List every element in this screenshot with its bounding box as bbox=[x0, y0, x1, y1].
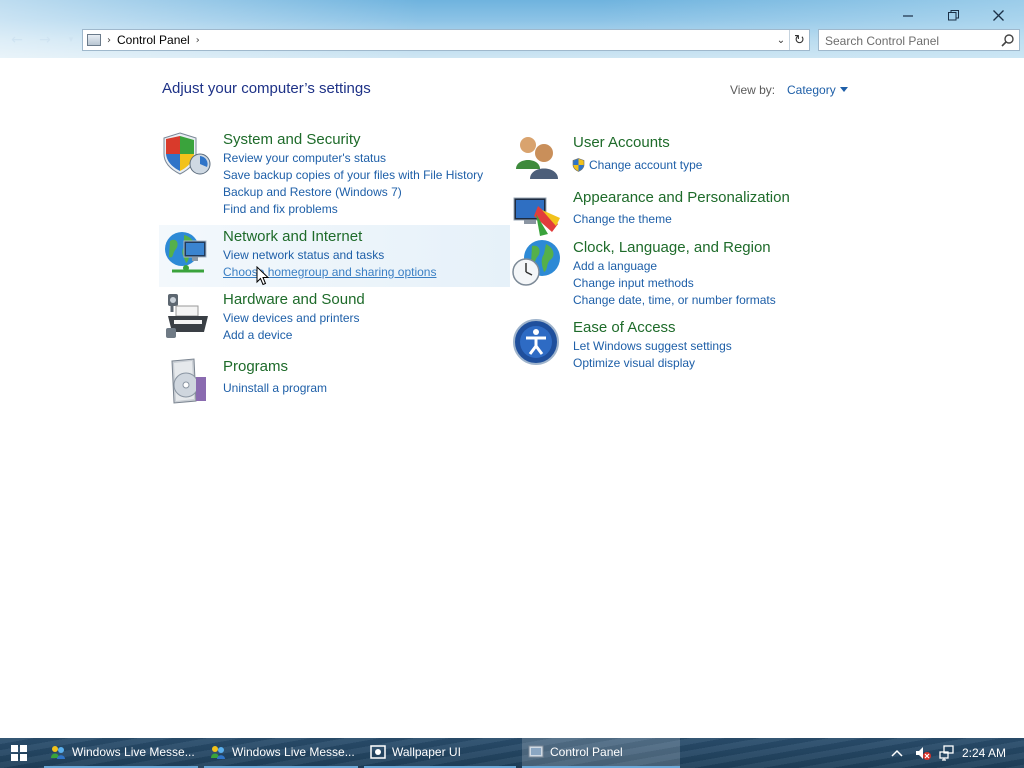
network-icon bbox=[939, 745, 954, 761]
recent-locations-button[interactable]: ▾ bbox=[60, 31, 82, 49]
taskbar-button-messenger[interactable]: Windows Live Messe... bbox=[44, 738, 198, 768]
refresh-icon: ↻ bbox=[794, 32, 805, 48]
chevron-down-icon: ▾ bbox=[68, 35, 74, 45]
link-backup-restore[interactable]: Backup and Restore (Windows 7) bbox=[223, 185, 402, 199]
category-title[interactable]: Clock, Language, and Region bbox=[573, 239, 771, 256]
category-title[interactable]: Hardware and Sound bbox=[223, 291, 365, 308]
show-hidden-icons-button[interactable] bbox=[888, 738, 906, 768]
printer-icon[interactable] bbox=[162, 290, 212, 340]
link-optimize-display[interactable]: Optimize visual display bbox=[573, 356, 695, 370]
taskbar-button-control-panel[interactable]: Control Panel bbox=[522, 738, 680, 768]
chevron-down-icon: ⌄ bbox=[776, 34, 786, 46]
taskbar: Windows Live Messe... Windows Live Messe… bbox=[0, 738, 1024, 768]
messenger-icon bbox=[51, 746, 65, 759]
mouse-cursor-icon bbox=[256, 266, 270, 286]
refresh-button[interactable]: ↻ bbox=[789, 30, 809, 50]
link-devices-printers[interactable]: View devices and printers bbox=[223, 311, 360, 325]
monitor-palette-icon[interactable] bbox=[512, 188, 562, 238]
taskbar-button-label: Windows Live Messe... bbox=[72, 745, 195, 759]
taskbar-button-messenger-2[interactable]: Windows Live Messe... bbox=[204, 738, 358, 768]
search-box[interactable] bbox=[818, 29, 1020, 51]
taskbar-button-wallpaper-ui[interactable]: Wallpaper UI bbox=[364, 738, 516, 768]
control-panel-icon bbox=[528, 745, 544, 758]
restore-icon bbox=[947, 9, 959, 20]
search-input[interactable] bbox=[825, 31, 1001, 51]
address-bar[interactable]: › Control Panel › ⌄ ↻ bbox=[82, 29, 810, 51]
volume-button[interactable] bbox=[912, 738, 934, 768]
link-network-status[interactable]: View network status and tasks bbox=[223, 248, 384, 262]
minimize-icon bbox=[903, 15, 913, 17]
taskbar-button-label: Control Panel bbox=[550, 745, 623, 759]
forward-arrow-icon: → bbox=[39, 32, 51, 48]
uac-shield-icon bbox=[572, 158, 585, 172]
page-title: Adjust your computer’s settings bbox=[162, 80, 371, 97]
taskbar-button-label: Windows Live Messe... bbox=[232, 745, 355, 759]
close-button[interactable] bbox=[976, 4, 1020, 26]
link-add-language[interactable]: Add a language bbox=[573, 259, 657, 273]
search-icon[interactable] bbox=[1001, 33, 1015, 47]
caret-down-icon[interactable] bbox=[840, 87, 848, 92]
category-title[interactable]: System and Security bbox=[223, 131, 361, 148]
link-review-status[interactable]: Review your computer's status bbox=[223, 151, 386, 165]
category-title[interactable]: Appearance and Personalization bbox=[573, 189, 790, 206]
link-add-device[interactable]: Add a device bbox=[223, 328, 292, 342]
breadcrumb-control-panel[interactable]: Control Panel bbox=[117, 33, 190, 47]
taskbar-clock[interactable]: 2:24 AM bbox=[962, 738, 1006, 768]
minimize-button[interactable] bbox=[886, 4, 930, 26]
shield-icon[interactable] bbox=[162, 130, 212, 180]
address-dropdown-button[interactable]: ⌄ bbox=[773, 30, 789, 50]
globe-network-icon[interactable] bbox=[162, 227, 212, 277]
chevron-up-icon bbox=[891, 749, 903, 757]
view-by-label: View by: bbox=[730, 83, 776, 97]
category-title[interactable]: User Accounts bbox=[573, 134, 670, 151]
breadcrumb-separator[interactable]: › bbox=[196, 35, 200, 46]
back-arrow-icon: ← bbox=[11, 32, 23, 48]
link-suggest-settings[interactable]: Let Windows suggest settings bbox=[573, 339, 732, 353]
ease-of-access-icon[interactable] bbox=[512, 318, 562, 368]
control-panel-icon bbox=[87, 34, 101, 46]
link-date-time-formats[interactable]: Change date, time, or number formats bbox=[573, 293, 776, 307]
network-button[interactable] bbox=[936, 738, 958, 768]
category-title[interactable]: Network and Internet bbox=[223, 228, 362, 245]
clock-globe-icon[interactable] bbox=[512, 238, 562, 288]
messenger-icon bbox=[211, 746, 225, 759]
category-title[interactable]: Ease of Access bbox=[573, 319, 676, 336]
forward-button[interactable]: → bbox=[34, 31, 56, 49]
wallpaper-icon bbox=[370, 745, 386, 759]
windows-logo-icon bbox=[11, 745, 27, 761]
users-icon[interactable] bbox=[512, 133, 562, 183]
link-change-theme[interactable]: Change the theme bbox=[573, 212, 672, 226]
taskbar-button-label: Wallpaper UI bbox=[392, 745, 461, 759]
restore-button[interactable] bbox=[931, 4, 975, 26]
link-input-methods[interactable]: Change input methods bbox=[573, 276, 694, 290]
link-find-fix-problems[interactable]: Find and fix problems bbox=[223, 202, 338, 216]
close-icon bbox=[992, 9, 1004, 21]
breadcrumb-separator[interactable]: › bbox=[107, 35, 111, 46]
back-button[interactable]: ← bbox=[6, 31, 28, 49]
link-change-account-type[interactable]: Change account type bbox=[589, 158, 702, 172]
link-uninstall-program[interactable]: Uninstall a program bbox=[223, 381, 327, 395]
volume-muted-icon bbox=[916, 747, 931, 760]
view-by-dropdown[interactable]: Category bbox=[787, 83, 836, 97]
window-titlebar: ← → ▾ › Control Panel › ⌄ ↻ bbox=[0, 0, 1024, 58]
category-title[interactable]: Programs bbox=[223, 358, 288, 375]
start-button[interactable] bbox=[0, 738, 38, 768]
programs-icon[interactable] bbox=[162, 357, 212, 407]
link-file-history[interactable]: Save backup copies of your files with Fi… bbox=[223, 168, 483, 182]
